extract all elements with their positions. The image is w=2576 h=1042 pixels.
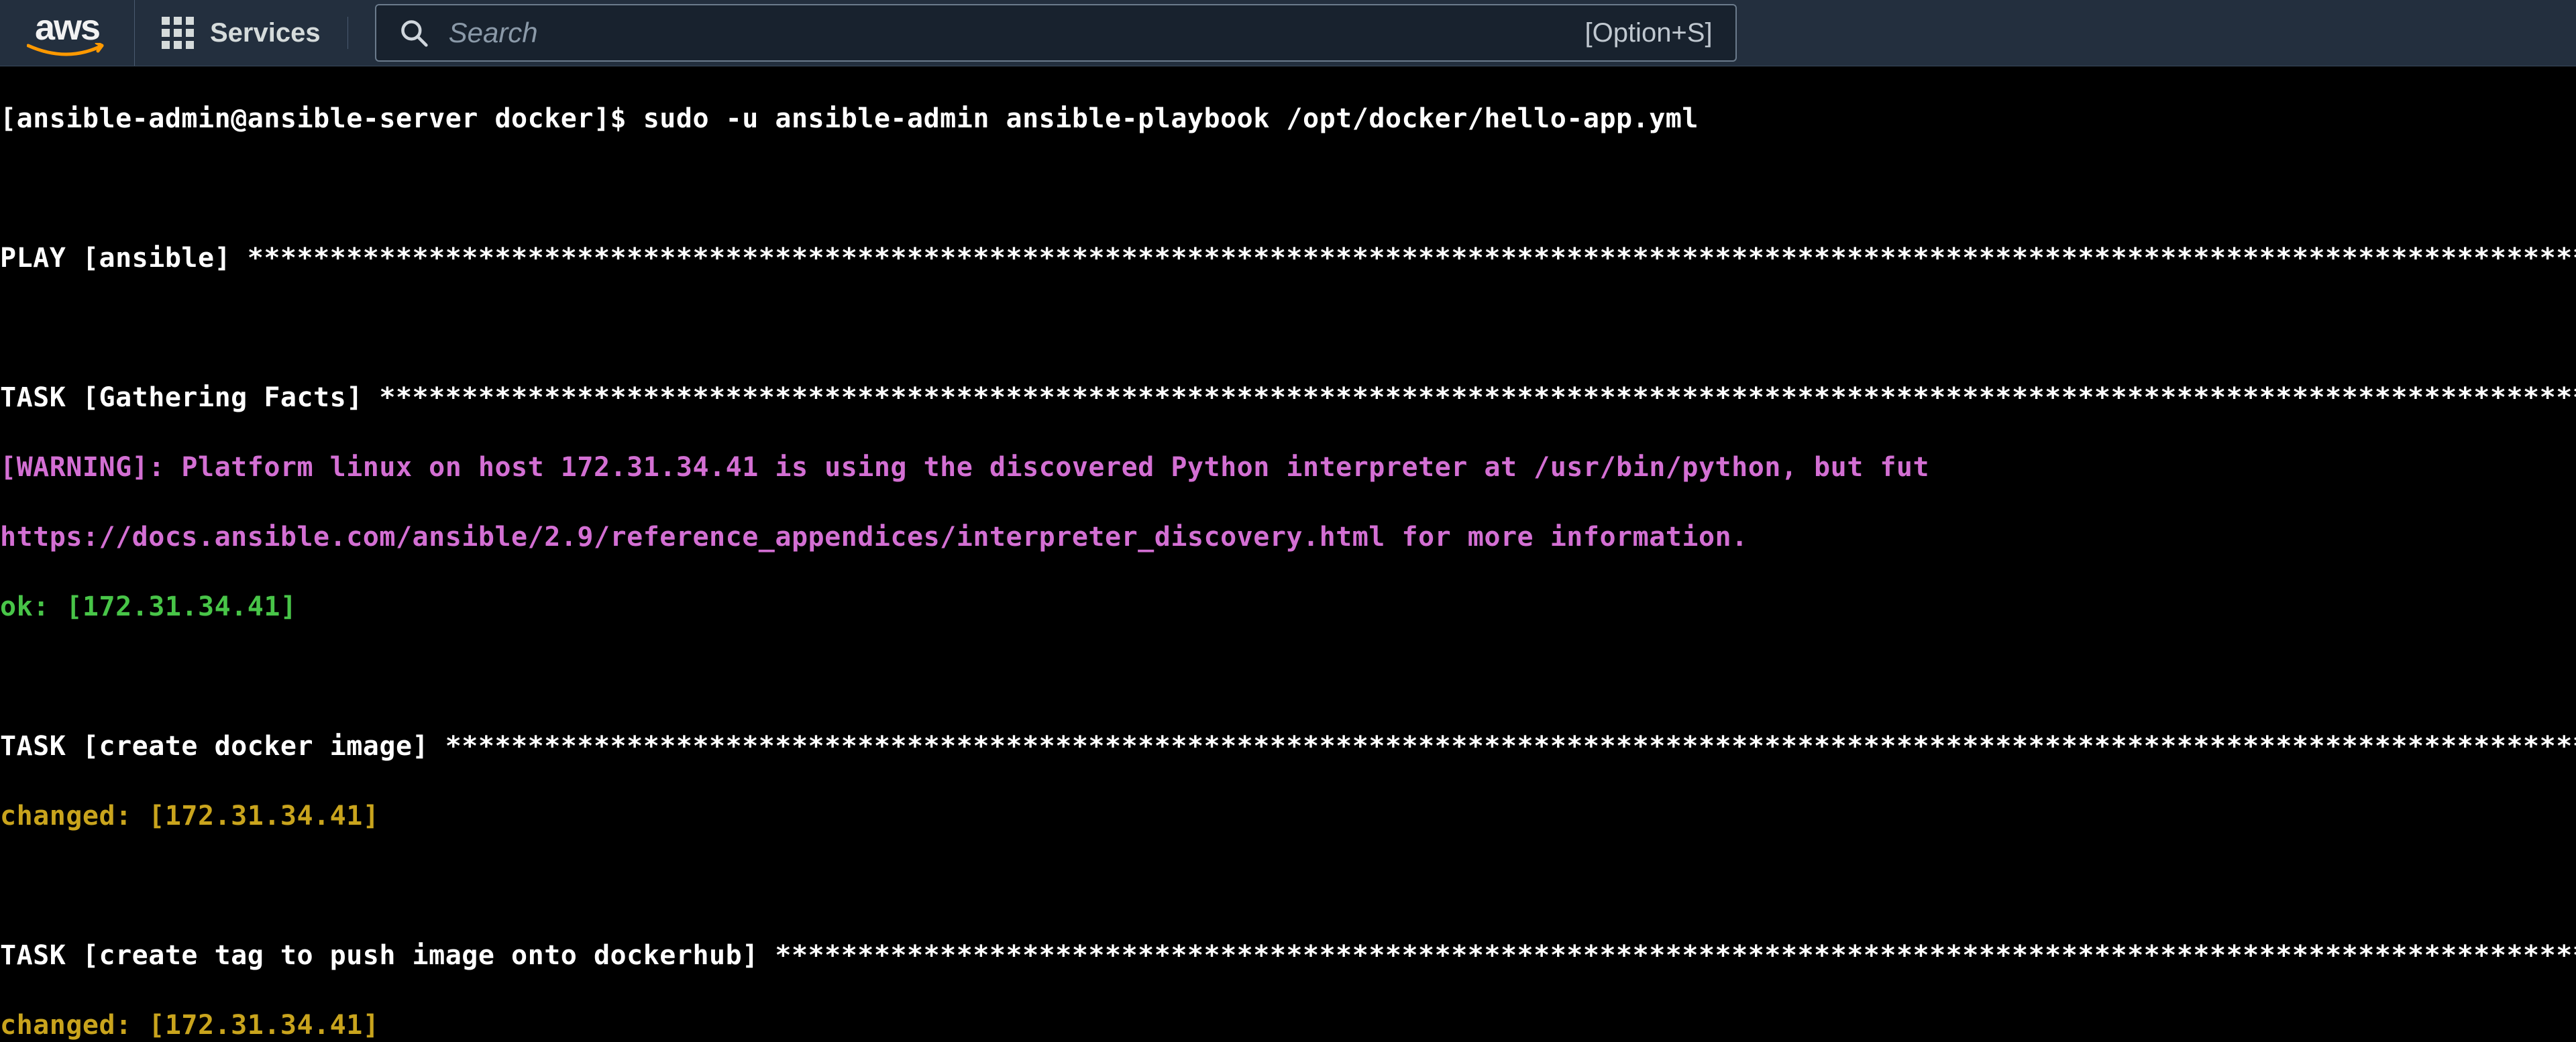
task-create-tag-header: TASK [create tag to push image onto dock… <box>0 940 775 971</box>
changed-label: changed: <box>0 1010 148 1041</box>
search-shortcut: [Option+S] <box>1585 18 1712 48</box>
warning-line-1: [WARNING]: Platform linux on host 172.31… <box>0 452 1929 483</box>
aws-logo-text: aws <box>35 7 99 48</box>
gather-ok-label: ok: <box>0 591 66 622</box>
task-gather-header: TASK [Gathering Facts] <box>0 382 379 413</box>
play-header: PLAY [ansible] <box>0 243 248 274</box>
gather-ok-host: [172.31.34.41] <box>66 591 297 622</box>
services-menu[interactable]: Services <box>162 17 348 49</box>
terminal-output[interactable]: [ansible-admin@ansible-server docker]$ s… <box>0 66 2576 1042</box>
changed-label: changed: <box>0 801 148 831</box>
changed-host: [172.31.34.41] <box>148 801 379 831</box>
star-fill: ****************************************… <box>248 243 2576 274</box>
star-fill: ****************************************… <box>775 940 2576 971</box>
typed-command: sudo -u ansible-admin ansible-playbook /… <box>643 103 1699 134</box>
search-input[interactable] <box>449 17 1565 49</box>
changed-host: [172.31.34.41] <box>148 1010 379 1041</box>
star-fill: ****************************************… <box>445 731 2576 762</box>
aws-console-header: aws Services [Option+S] <box>0 0 2576 66</box>
warning-line-2: https://docs.ansible.com/ansible/2.9/ref… <box>0 522 1748 553</box>
services-grid-icon <box>162 17 194 49</box>
aws-logo[interactable]: aws <box>20 0 135 66</box>
global-search[interactable]: [Option+S] <box>375 4 1737 62</box>
aws-smile-icon <box>27 43 107 59</box>
search-icon <box>399 18 429 48</box>
terminal-prompt: [ansible-admin@ansible-server docker]$ <box>0 103 643 134</box>
task-create-image-header: TASK [create docker image] <box>0 731 445 762</box>
services-label: Services <box>210 18 321 48</box>
star-fill: ****************************************… <box>379 382 2576 413</box>
